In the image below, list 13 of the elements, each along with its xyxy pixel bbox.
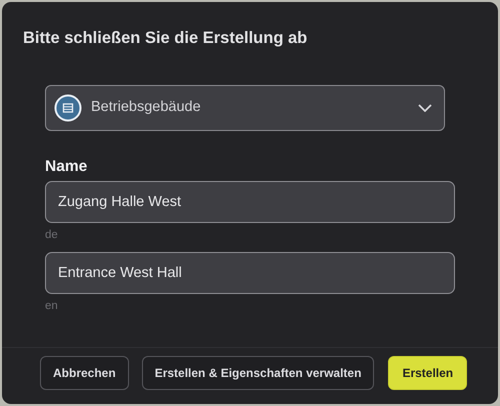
create-button[interactable]: Erstellen	[388, 356, 468, 390]
field-label: Name	[45, 157, 88, 177]
name-field[interactable]: Entrance West Hall	[45, 252, 455, 294]
action-button[interactable]: Erstellen & Eigenschaften verwalten	[142, 356, 374, 390]
language-label: en	[45, 299, 59, 313]
type-select[interactable]: Betriebsgebäude	[45, 85, 445, 131]
action-button[interactable]: Abbrechen	[40, 356, 129, 390]
chevron-down-icon	[418, 104, 432, 112]
language-label: de	[45, 228, 59, 242]
select-value: Betriebsgebäude	[91, 98, 202, 118]
name-field[interactable]: Zugang Halle West	[45, 181, 455, 223]
building-icon	[54, 94, 82, 122]
dialog-title: Bitte schließen Sie die Erstellung ab	[23, 28, 308, 49]
